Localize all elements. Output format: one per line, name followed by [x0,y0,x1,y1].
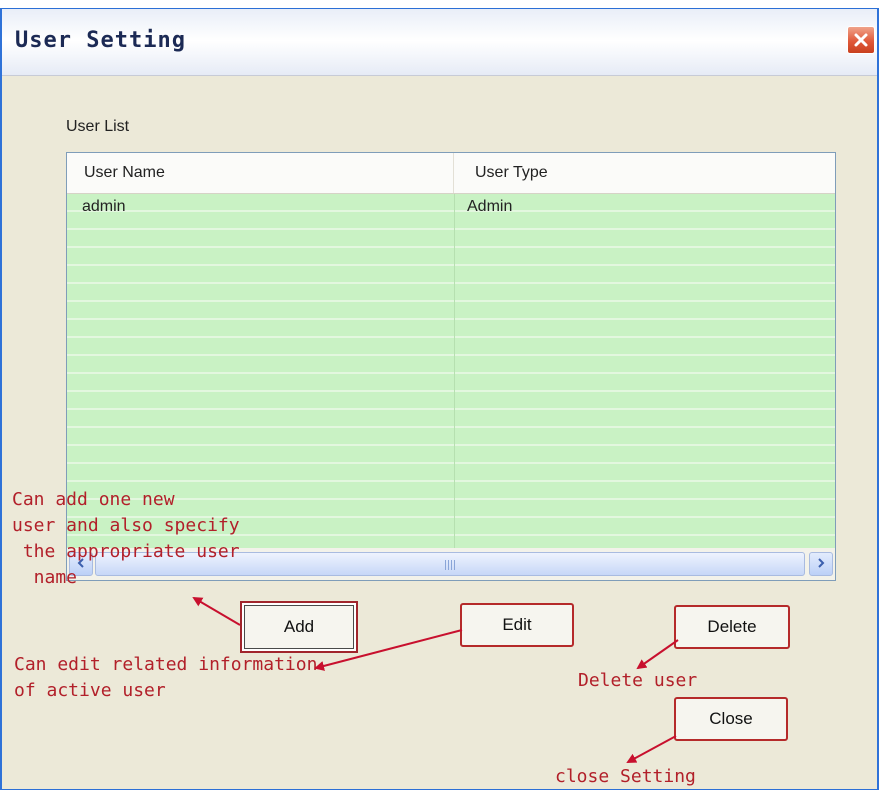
close-annotation: close Setting [555,766,696,787]
column-header-user-type[interactable]: User Type [454,153,835,193]
close-icon [853,32,869,48]
scroll-right-button[interactable] [809,552,833,576]
delete-annotation: Delete user [578,670,698,691]
close-window-button[interactable] [847,26,875,54]
cell-user-type: Admin [467,198,513,215]
add-annotation: Can add one new user and also specify th… [12,489,240,588]
edit-annotation: Can edit related information of active u… [14,654,318,701]
list-row[interactable]: admin Admin [67,196,835,218]
window-title: User Setting [15,28,186,53]
cell-user-name: admin [82,198,126,215]
close-button[interactable]: Close [674,697,788,741]
chevron-right-icon [816,555,826,573]
user-list-label: User List [66,118,130,135]
grip-icon [445,560,455,570]
delete-button[interactable]: Delete [674,605,790,649]
column-header-user-name[interactable]: User Name [67,153,454,193]
list-header: User Name User Type [67,153,835,194]
add-button[interactable]: Add [240,601,358,653]
title-bar[interactable]: User Setting [2,9,877,76]
edit-button[interactable]: Edit [460,603,574,647]
